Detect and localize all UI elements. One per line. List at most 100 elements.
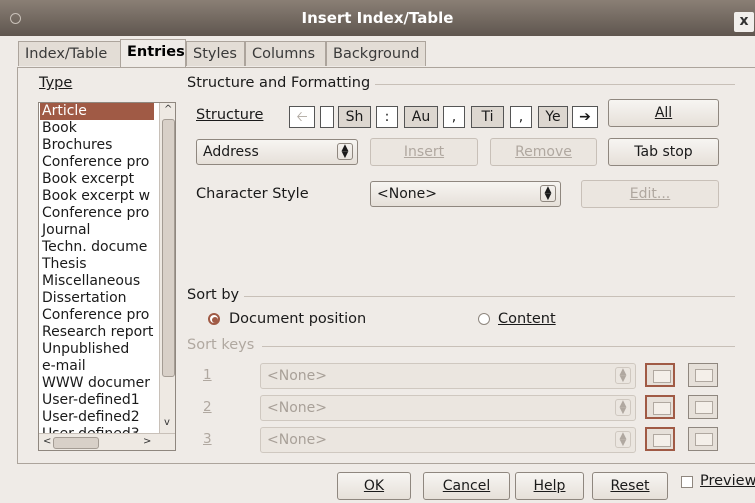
reset-button-label: Reset	[610, 478, 650, 494]
field-select[interactable]: Address ▲ ▼	[196, 139, 358, 165]
list-item[interactable]: Book excerpt	[42, 171, 134, 188]
structure-token-au[interactable]: Au	[404, 106, 438, 128]
sort-descending-icon	[695, 433, 713, 446]
document-position-radio[interactable]	[208, 313, 220, 325]
list-item[interactable]: Miscellaneous	[42, 273, 140, 290]
edit-button-label: Edit...	[629, 186, 671, 202]
preview-checkbox[interactable]	[681, 476, 693, 488]
sort-key-2-value: <None>	[267, 400, 327, 416]
structure-token-comma[interactable]: ,	[443, 106, 465, 128]
list-item[interactable]: Thesis	[42, 256, 87, 273]
preview-label: Preview	[700, 473, 755, 489]
insert-button[interactable]: Insert	[370, 138, 478, 166]
type-list-hscrollbar[interactable]: < >	[39, 433, 175, 450]
scroll-thumb[interactable]	[53, 437, 99, 449]
help-button-label: Help	[533, 478, 566, 494]
sort-descending-button[interactable]	[688, 395, 718, 419]
structure-right-arrow-icon[interactable]: ➔	[572, 106, 598, 128]
type-listbox[interactable]: Article Book Brochures Conference pro Bo…	[38, 102, 176, 451]
spin-icon: ▲ ▼	[540, 185, 556, 202]
list-item[interactable]: User-defined2	[42, 409, 140, 426]
sort-ascending-button[interactable]	[645, 395, 675, 419]
sort-key-2-select[interactable]: <None> ▲ ▼	[260, 395, 636, 421]
scroll-thumb[interactable]	[162, 119, 175, 377]
sort-ascending-button[interactable]	[645, 427, 675, 451]
tab-index-table[interactable]: Index/Table	[18, 41, 121, 66]
ok-button-label: OK	[363, 478, 385, 494]
group-divider	[244, 296, 735, 297]
sort-key-1-label: 1	[203, 367, 212, 383]
sort-key-3-label: 3	[203, 431, 212, 447]
content-radio[interactable]	[478, 313, 490, 325]
sort-ascending-icon	[653, 402, 671, 415]
structure-token-empty[interactable]	[320, 106, 334, 128]
sort-key-3-select[interactable]: <None> ▲ ▼	[260, 427, 636, 453]
structure-token-ti[interactable]: Ti	[471, 106, 504, 128]
list-item[interactable]: User-defined1	[42, 392, 140, 409]
character-style-select[interactable]: <None> ▲ ▼	[370, 181, 561, 207]
spin-icon: ▲ ▼	[615, 367, 631, 384]
scroll-left-icon[interactable]: <	[43, 436, 51, 447]
remove-button[interactable]: Remove	[490, 138, 597, 166]
sort-descending-icon	[695, 401, 713, 414]
structure-left-arrow-icon[interactable]: 🡠	[289, 106, 315, 128]
spin-icon: ▲ ▼	[615, 399, 631, 416]
list-item[interactable]: Book	[42, 120, 77, 137]
type-list-vscrollbar[interactable]: ^ v	[159, 103, 175, 433]
all-button[interactable]: All	[608, 99, 719, 127]
sort-ascending-icon	[653, 370, 671, 383]
help-button[interactable]: Help	[515, 472, 584, 500]
scroll-down-icon[interactable]: v	[164, 417, 170, 428]
tab-styles[interactable]: Styles	[186, 41, 245, 66]
scroll-right-icon[interactable]: >	[143, 436, 151, 447]
list-item[interactable]: Conference pro	[42, 205, 149, 222]
character-style-label: Character Style	[196, 186, 309, 202]
structure-token-comma[interactable]: ,	[510, 106, 532, 128]
insert-button-label: Insert	[403, 144, 445, 160]
structure-token-ye[interactable]: Ye	[538, 106, 568, 128]
sort-key-2-label: 2	[203, 399, 212, 415]
list-item[interactable]: Conference pro	[42, 154, 149, 171]
character-style-value: <None>	[377, 186, 437, 202]
list-item[interactable]: Dissertation	[42, 290, 127, 307]
list-item[interactable]: Techn. docume	[42, 239, 147, 256]
title-bar: Insert Index/Table x	[0, 0, 755, 36]
sort-keys-heading: Sort keys	[187, 337, 255, 353]
reset-button[interactable]: Reset	[592, 472, 668, 500]
sort-ascending-button[interactable]	[645, 363, 675, 387]
list-item[interactable]: Unpublished	[42, 341, 129, 358]
list-item[interactable]: WWW documer	[42, 375, 150, 392]
list-item[interactable]: e-mail	[42, 358, 86, 375]
window-title: Insert Index/Table	[301, 9, 454, 27]
tab-columns[interactable]: Columns	[245, 41, 326, 66]
sort-descending-button[interactable]	[688, 363, 718, 387]
close-icon[interactable]: x	[734, 12, 754, 32]
list-item[interactable]: Research report	[42, 324, 153, 341]
ok-button[interactable]: OK	[337, 472, 411, 500]
tab-entries[interactable]: Entries	[120, 39, 186, 67]
sort-descending-button[interactable]	[688, 427, 718, 451]
type-label: Type	[39, 75, 73, 91]
cancel-button-label: Cancel	[442, 478, 491, 494]
edit-button[interactable]: Edit...	[581, 180, 719, 208]
list-item[interactable]: Conference pro	[42, 307, 149, 324]
tab-stop-button[interactable]: Tab stop	[608, 138, 719, 166]
list-item[interactable]: Journal	[42, 222, 90, 239]
spin-icon: ▲ ▼	[615, 431, 631, 448]
sort-ascending-icon	[653, 434, 671, 447]
remove-button-label: Remove	[515, 144, 572, 160]
tab-background[interactable]: Background	[326, 41, 426, 66]
group-divider	[262, 346, 735, 347]
sort-descending-icon	[695, 369, 713, 382]
field-select-value: Address	[203, 144, 259, 160]
spin-icon: ▲ ▼	[337, 143, 353, 160]
cancel-button[interactable]: Cancel	[423, 472, 510, 500]
scroll-up-icon[interactable]: ^	[164, 104, 172, 115]
structure-token-sh[interactable]: Sh	[338, 106, 371, 128]
sort-key-1-select[interactable]: <None> ▲ ▼	[260, 363, 636, 389]
structure-token-colon[interactable]: :	[376, 106, 398, 128]
list-item[interactable]: Book excerpt w	[42, 188, 150, 205]
list-item[interactable]: Brochures	[42, 137, 112, 154]
tab-stop-button-label: Tab stop	[634, 144, 693, 160]
list-item[interactable]: Article	[40, 103, 154, 120]
